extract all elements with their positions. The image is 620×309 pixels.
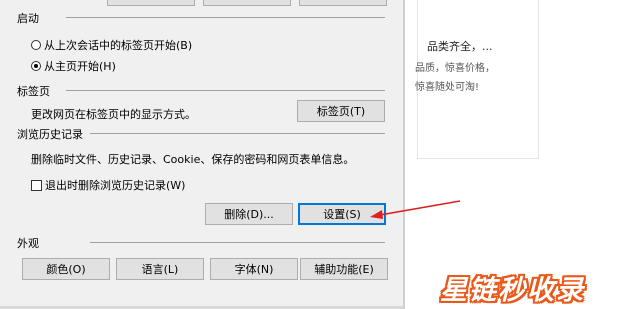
delete-on-exit-checkbox[interactable] [31, 179, 42, 191]
history-divider [90, 133, 385, 134]
startup-section-title: 启动 [17, 12, 39, 25]
top-button-partial-2[interactable] [203, 0, 291, 6]
accessibility-button[interactable]: 辅助功能(E) [300, 258, 388, 280]
startup-home-option[interactable]: 从主页开始(H) [31, 58, 116, 74]
watermark-text: 星链秒收录 [440, 275, 585, 306]
colors-button[interactable]: 颜色(O) [22, 258, 110, 280]
top-button-partial-1[interactable] [107, 0, 195, 6]
delete-history-button[interactable]: 删除(D)... [205, 203, 293, 225]
radio-unchecked[interactable] [31, 40, 41, 50]
history-description: 删除临时文件、历史记录、Cookie、保存的密码和网页表单信息。 [31, 153, 355, 166]
delete-on-exit-label: 退出时删除浏览历史记录(W) [45, 179, 186, 192]
startup-last-session-option[interactable]: 从上次会话中的标签页开始(B) [31, 37, 192, 53]
startup-last-session-label: 从上次会话中的标签页开始(B) [44, 39, 193, 52]
appearance-section-title: 外观 [17, 237, 39, 250]
languages-button[interactable]: 语言(L) [116, 258, 204, 280]
tabs-divider [66, 90, 385, 91]
product-card-title: 品类齐全，... [427, 40, 493, 53]
internet-options-dialog: 启动 从上次会话中的标签页开始(B) 从主页开始(H) 标签页 更改网页在标签页… [0, 0, 405, 309]
tabs-section-title: 标签页 [17, 85, 50, 98]
tabs-description: 更改网页在标签页中的显示方式。 [31, 108, 196, 121]
product-card-line-2: 品质，惊喜价格， [415, 63, 495, 74]
fonts-button[interactable]: 字体(N) [210, 258, 298, 280]
appearance-divider [90, 242, 385, 243]
startup-divider [66, 17, 385, 18]
history-settings-button[interactable]: 设置(S) [298, 203, 386, 225]
history-section-title: 浏览历史记录 [17, 128, 83, 141]
top-button-partial-3[interactable] [299, 0, 387, 6]
startup-home-label: 从主页开始(H) [44, 60, 116, 73]
delete-on-exit-option[interactable]: 退出时删除浏览历史记录(W) [31, 177, 185, 193]
radio-checked[interactable] [31, 61, 41, 71]
tabs-button[interactable]: 标签页(T) [297, 100, 385, 122]
product-card-line-3: 惊喜随处可淘! [415, 82, 480, 93]
